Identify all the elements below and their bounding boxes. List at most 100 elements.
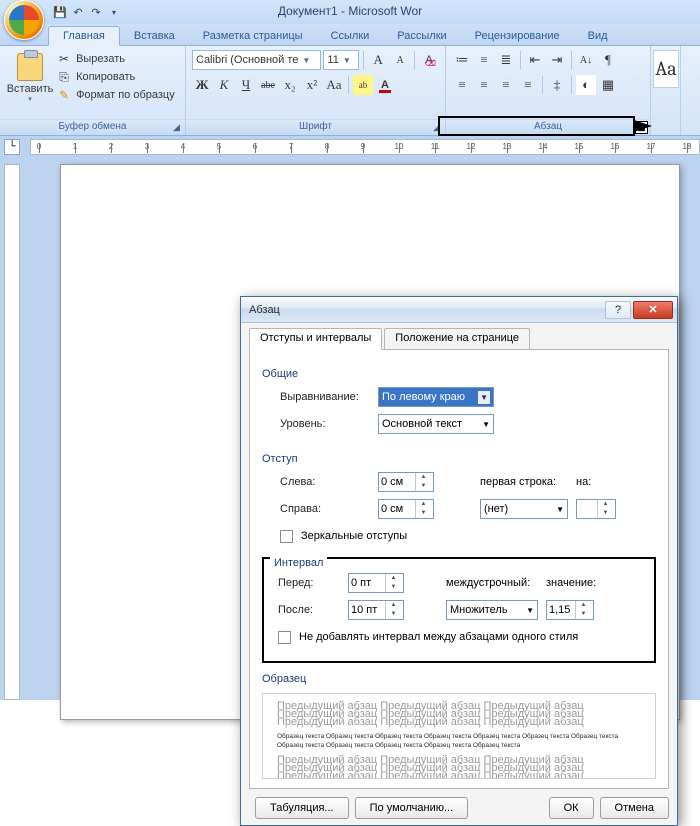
spin-up-icon[interactable]: ▲	[416, 473, 431, 482]
mirror-indents-checkbox[interactable]	[280, 530, 293, 543]
align-justify-button[interactable]: ≡	[518, 75, 538, 95]
paste-button[interactable]: Вставить ▾	[11, 53, 49, 103]
align-left-button[interactable]: ≡	[452, 75, 472, 95]
tabs-button[interactable]: Табуляция...	[255, 797, 349, 819]
shading-button[interactable]: ◐	[576, 75, 596, 95]
spin-up-icon[interactable]: ▲	[598, 500, 613, 509]
clear-formatting-button[interactable]: A⌫	[419, 50, 439, 70]
default-button[interactable]: По умолчанию...	[355, 797, 469, 819]
space-before-input[interactable]	[349, 577, 385, 589]
bold-button[interactable]: Ж	[192, 75, 212, 95]
spin-down-icon[interactable]: ▼	[576, 610, 591, 619]
space-after-spinner[interactable]: ▲▼	[348, 600, 404, 620]
font-launcher[interactable]: ◢	[430, 121, 443, 134]
line-spacing-value: Множитель	[450, 604, 508, 616]
spin-down-icon[interactable]: ▼	[386, 610, 401, 619]
font-color-button[interactable]: A	[375, 75, 395, 95]
first-line-by-input[interactable]	[577, 503, 597, 515]
shrink-font-button[interactable]: A	[390, 50, 410, 70]
dialog-title: Абзац	[249, 304, 280, 316]
spin-down-icon[interactable]: ▼	[416, 509, 431, 518]
cancel-button[interactable]: Отмена	[600, 797, 669, 819]
spin-up-icon[interactable]: ▲	[386, 601, 401, 610]
undo-icon[interactable]: ↶	[70, 4, 86, 20]
outline-level-value: Основной текст	[382, 418, 462, 430]
subscript-button[interactable]: x₂	[280, 75, 300, 95]
indent-right-spinner[interactable]: ▲▼	[378, 499, 434, 519]
spin-down-icon[interactable]: ▼	[416, 482, 431, 491]
format-painter-button[interactable]: ✎Формат по образцу	[54, 87, 179, 103]
line-spacing-at-input[interactable]	[547, 604, 575, 616]
multilevel-button[interactable]: ≣	[496, 50, 516, 70]
clipboard-launcher[interactable]: ◢	[170, 121, 183, 134]
ok-button[interactable]: ОК	[549, 797, 594, 819]
tab-references[interactable]: Ссылки	[317, 27, 384, 45]
space-before-spinner[interactable]: ▲▼	[348, 573, 404, 593]
vertical-ruler[interactable]	[4, 164, 20, 700]
tab-insert[interactable]: Вставка	[120, 27, 189, 45]
underline-button[interactable]: Ч	[236, 75, 256, 95]
tab-indents-spacing[interactable]: Отступы и интервалы	[249, 328, 382, 350]
decrease-indent-button[interactable]: ⇤	[525, 50, 545, 70]
spin-down-icon[interactable]: ▼	[598, 509, 613, 518]
line-spacing-at-spinner[interactable]: ▲▼	[546, 600, 594, 620]
grow-font-button[interactable]: A	[368, 50, 388, 70]
align-center-button[interactable]: ≡	[474, 75, 494, 95]
align-right-button[interactable]: ≡	[496, 75, 516, 95]
bullets-button[interactable]: ≔	[452, 50, 472, 70]
indent-left-spinner[interactable]: ▲▼	[378, 472, 434, 492]
redo-icon[interactable]: ↷	[88, 4, 104, 20]
tab-view[interactable]: Вид	[574, 27, 622, 45]
italic-button[interactable]: К	[214, 75, 234, 95]
superscript-button[interactable]: x²	[302, 75, 322, 95]
ribbon-tabstrip: Главная Вставка Разметка страницы Ссылки…	[0, 24, 700, 46]
indent-right-input[interactable]	[379, 503, 415, 515]
first-line-select[interactable]: (нет)▼	[480, 499, 568, 519]
paragraph-dialog: Абзац ? ✕ Отступы и интервалы Положение …	[240, 296, 678, 826]
font-size-combo[interactable]: 11▼	[323, 50, 359, 70]
font-name-combo[interactable]: Calibri (Основной те▼	[192, 50, 321, 70]
line-spacing-button[interactable]: ‡	[547, 75, 567, 95]
borders-button[interactable]: ▦	[598, 75, 618, 95]
line-spacing-select[interactable]: Множитель▼	[446, 600, 538, 620]
outline-level-select[interactable]: Основной текст▼	[378, 414, 494, 434]
indent-right-label: Справа:	[280, 503, 370, 515]
cut-button[interactable]: ✂Вырезать	[54, 51, 179, 67]
style-gallery-item[interactable]: Aa	[653, 50, 679, 88]
tab-review[interactable]: Рецензирование	[461, 27, 574, 45]
tab-stop-selector[interactable]: └	[4, 139, 20, 155]
spin-up-icon[interactable]: ▲	[416, 500, 431, 509]
numbering-button[interactable]: ≡	[474, 50, 494, 70]
indent-left-input[interactable]	[379, 476, 415, 488]
no-space-same-style-checkbox[interactable]	[278, 631, 291, 644]
help-button[interactable]: ?	[605, 301, 631, 319]
copy-button[interactable]: ⎘Копировать	[54, 69, 179, 85]
increase-indent-button[interactable]: ⇥	[547, 50, 567, 70]
dialog-panel: Общие Выравнивание: По левому краю▼ Уров…	[249, 350, 669, 789]
spin-up-icon[interactable]: ▲	[576, 601, 591, 610]
qat-dropdown-icon[interactable]: ▾	[106, 4, 122, 20]
paragraph-launcher[interactable]: ◢	[635, 121, 648, 134]
highlight-button[interactable]: ab	[353, 75, 373, 95]
space-after-input[interactable]	[349, 604, 385, 616]
tab-home[interactable]: Главная	[48, 26, 120, 46]
line-spacing-label: междустрочный:	[446, 577, 538, 589]
tab-page-layout[interactable]: Разметка страницы	[189, 27, 317, 45]
sort-button[interactable]: A↓	[576, 50, 596, 70]
office-button[interactable]	[4, 0, 44, 40]
dialog-titlebar[interactable]: Абзац ? ✕	[241, 297, 677, 323]
first-line-by-spinner[interactable]: ▲▼	[576, 499, 616, 519]
horizontal-ruler[interactable]: 0123456789101112131415161718	[30, 139, 700, 155]
chevron-down-icon: ▼	[343, 56, 351, 65]
save-icon[interactable]: 💾	[52, 4, 68, 20]
tab-mailings[interactable]: Рассылки	[383, 27, 460, 45]
alignment-select[interactable]: По левому краю▼	[378, 387, 494, 407]
spin-down-icon[interactable]: ▼	[386, 583, 401, 592]
spin-up-icon[interactable]: ▲	[386, 574, 401, 583]
preview-box: Предыдущий абзац Предыдущий абзац Предыд…	[262, 693, 656, 779]
show-marks-button[interactable]: ¶	[598, 50, 618, 70]
change-case-button[interactable]: Aa	[324, 75, 344, 95]
tab-line-page-breaks[interactable]: Положение на странице	[384, 328, 530, 350]
strike-button[interactable]: abe	[258, 75, 278, 95]
close-button[interactable]: ✕	[633, 301, 673, 319]
